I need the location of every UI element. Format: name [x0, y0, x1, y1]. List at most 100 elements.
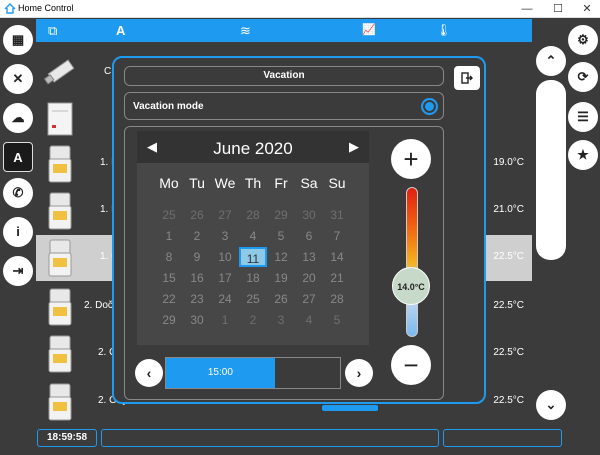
calendar-day[interactable]: 7	[323, 226, 351, 246]
scroll-down-button[interactable]: ⌄	[536, 390, 566, 420]
calendar-day[interactable]: 25	[239, 289, 267, 309]
thermometer-icon[interactable]: 🌡	[436, 22, 451, 39]
calendar-day[interactable]: 21	[323, 268, 351, 288]
calendar-day[interactable]: 14	[323, 247, 351, 267]
time-increase-button[interactable]: ›	[345, 359, 373, 387]
calendar: ◀ June 2020 ▶ Mo Tu We Th Fr Sa Su 25 26 27 28 29 3…	[137, 131, 369, 345]
calendar-day[interactable]: 10	[211, 247, 239, 267]
calendar-day[interactable]: 1	[155, 226, 183, 246]
calendar-day[interactable]: 2	[183, 226, 211, 246]
vacation-mode-row: Vacation mode	[124, 92, 444, 120]
home-icon	[4, 3, 16, 14]
weekday-label: Th	[244, 175, 262, 191]
calendar-button[interactable]: ▦	[3, 25, 33, 55]
status-field	[443, 429, 562, 447]
scroll-up-button[interactable]: ⌃	[536, 46, 566, 76]
settings-sliders-icon[interactable]: ≋	[240, 22, 251, 39]
calendar-day[interactable]: 12	[267, 247, 295, 267]
temperature-slider-track[interactable]	[406, 187, 418, 337]
tools-button[interactable]: ✕	[3, 64, 33, 94]
calendar-day[interactable]: 3	[267, 310, 295, 330]
time-decrease-button[interactable]: ‹	[135, 359, 163, 387]
calendar-day[interactable]: 30	[183, 310, 211, 330]
translate-button[interactable]: A	[3, 142, 33, 172]
calendar-day[interactable]: 5	[267, 226, 295, 246]
vacation-mode-label: Vacation mode	[133, 101, 204, 112]
weekday-label: Sa	[300, 175, 318, 191]
maximize-button[interactable]: ☐	[543, 0, 573, 18]
dialog-exit-button[interactable]	[454, 66, 480, 90]
time-value: 15:00	[166, 358, 275, 388]
calendar-day[interactable]: 2	[239, 310, 267, 330]
calendar-day[interactable]: 20	[295, 268, 323, 288]
calendar-day-selected[interactable]: 11	[239, 247, 267, 267]
thermostat-head-icon	[48, 239, 72, 277]
vacation-dialog: Vacation Vacation mode ◀ June 2020 ▶ Mo T…	[112, 56, 486, 404]
exit-app-button[interactable]: ⇥	[3, 256, 33, 286]
calendar-day[interactable]: 15	[155, 268, 183, 288]
weekday-label: Fr	[274, 175, 288, 191]
calendar-header: ◀ June 2020 ▶	[137, 131, 369, 163]
calendar-day[interactable]: 26	[267, 289, 295, 309]
calendar-day[interactable]: 6	[295, 226, 323, 246]
calendar-day[interactable]: 4	[239, 226, 267, 246]
calendar-day[interactable]: 19	[267, 268, 295, 288]
window-title: Home Control	[18, 3, 74, 13]
calendar-day[interactable]: 28	[239, 205, 267, 225]
thermostat-head-icon	[48, 145, 72, 183]
calendar-day[interactable]: 29	[267, 205, 295, 225]
font-icon[interactable]: A	[116, 22, 125, 39]
temperature-increase-button[interactable]: +	[391, 139, 431, 179]
calendar-day[interactable]: 24	[211, 289, 239, 309]
cloud-button[interactable]: ☁	[3, 103, 33, 133]
calendar-day[interactable]: 29	[155, 310, 183, 330]
device-temperature: 22.5°C	[493, 300, 524, 311]
calendar-day[interactable]: 5	[323, 310, 351, 330]
calendar-day[interactable]: 16	[183, 268, 211, 288]
chart-icon[interactable]: 📈	[362, 22, 376, 39]
phone-button[interactable]: ✆	[3, 178, 33, 208]
scrollbar[interactable]	[536, 80, 566, 260]
calendar-day[interactable]: 23	[183, 289, 211, 309]
calendar-day[interactable]: 18	[239, 268, 267, 288]
usb-stick-icon	[43, 59, 75, 85]
calendar-day[interactable]: 27	[211, 205, 239, 225]
calendar-day[interactable]: 9	[183, 247, 211, 267]
calendar-day[interactable]: 27	[295, 289, 323, 309]
device-temperature: 22.5°C	[493, 395, 524, 406]
temperature-decrease-button[interactable]: −	[391, 345, 431, 385]
calendar-day[interactable]: 31	[323, 205, 351, 225]
calendar-day[interactable]: 26	[183, 205, 211, 225]
calendar-day[interactable]: 13	[295, 247, 323, 267]
thermostat-head-icon	[48, 192, 72, 230]
calendar-day[interactable]: 25	[155, 205, 183, 225]
calendar-day[interactable]: 8	[155, 247, 183, 267]
status-field	[101, 429, 439, 447]
control-unit-icon	[47, 102, 73, 136]
calendar-day[interactable]: 17	[211, 268, 239, 288]
minimize-button[interactable]: —	[512, 0, 542, 18]
calendar-day[interactable]: 1	[211, 310, 239, 330]
thermostat-head-icon	[48, 288, 72, 326]
gear-button[interactable]: ⚙	[568, 25, 598, 55]
calendar-day[interactable]: 3	[211, 226, 239, 246]
time-slider[interactable]: 15:00	[165, 357, 341, 389]
weekday-label: Tu	[189, 175, 205, 191]
close-button[interactable]: ✕	[572, 0, 600, 18]
calendar-day[interactable]: 30	[295, 205, 323, 225]
calendar-day[interactable]: 28	[323, 289, 351, 309]
favorite-button[interactable]: ★	[568, 140, 598, 170]
temperature-setpoint[interactable]: 14.0°C	[392, 267, 430, 305]
devices-icon[interactable]: ⧉	[48, 22, 57, 39]
device-temperature: 22.5°C	[493, 251, 524, 262]
vacation-settings-panel: ◀ June 2020 ▶ Mo Tu We Th Fr Sa Su 25 26 27 28 29 3…	[124, 126, 444, 400]
calendar-day[interactable]: 22	[155, 289, 183, 309]
info-button[interactable]: i	[3, 217, 33, 247]
vacation-mode-toggle[interactable]	[421, 98, 438, 115]
top-tab-bar: ⧉ A ≋ 📈 🌡	[36, 19, 532, 42]
thermostat-head-icon	[48, 383, 72, 421]
sliders-button[interactable]: ☰	[568, 102, 598, 132]
next-month-button[interactable]: ▶	[345, 137, 363, 157]
calendar-day[interactable]: 4	[295, 310, 323, 330]
refresh-button[interactable]: ⟳	[568, 62, 598, 92]
